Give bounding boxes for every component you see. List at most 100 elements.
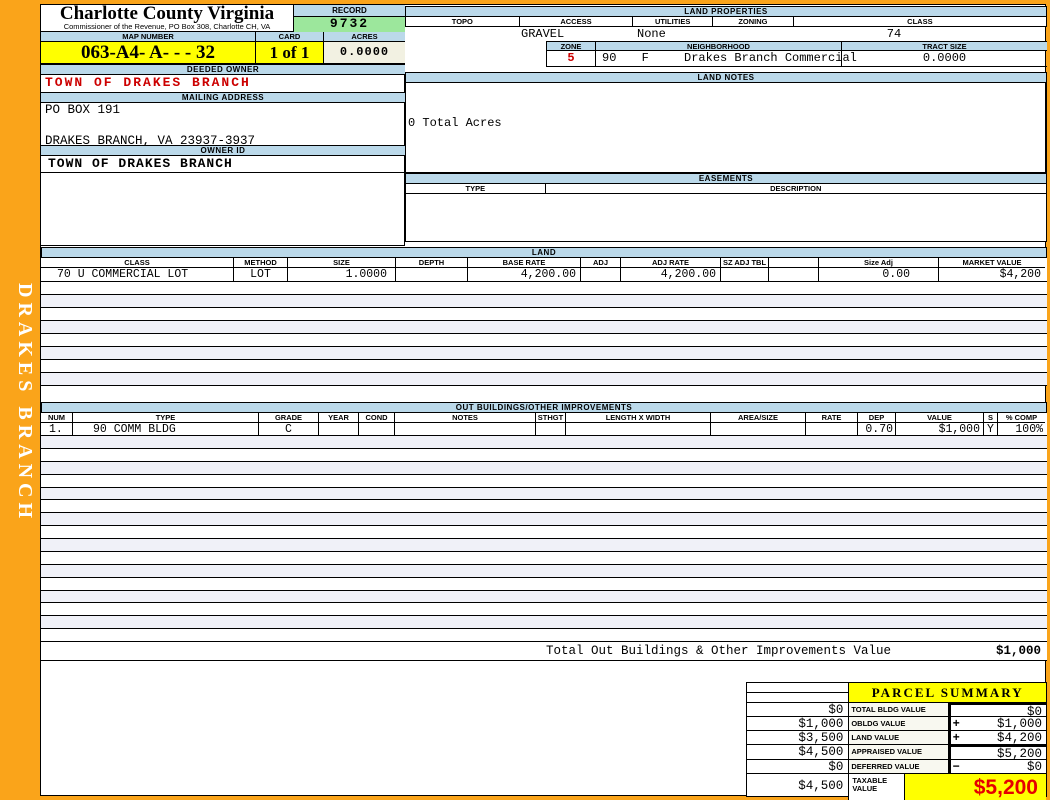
out-buildings-data-row: 1. 90 COMM BLDG C 0.70 $1,000 Y 100%: [41, 423, 1047, 436]
ps-prior-deferred: $0: [747, 760, 850, 774]
empty-row: [41, 373, 1047, 386]
empty-row: [41, 551, 1047, 565]
neighborhood-value: Drakes Branch Commercial: [684, 51, 857, 65]
ps-row-total-bldg: $0 TOTAL BLDG VALUE $0: [747, 703, 1046, 717]
empty-row: [41, 539, 1047, 552]
topo-header: TOPO: [406, 17, 520, 27]
out-buildings-total-label: Total Out Buildings & Other Improvements…: [546, 644, 892, 658]
ob-year-value: [319, 423, 359, 435]
deeded-owner-label: DEEDED OWNER: [41, 64, 405, 75]
ps-value-total-bldg: $0: [1026, 705, 1042, 717]
class-value: 74: [886, 27, 902, 41]
ob-length-width-header: LENGTH X WIDTH: [566, 413, 711, 423]
out-buildings-total-value: $1,000: [995, 644, 1041, 658]
land-adj-value: [581, 268, 621, 281]
neighborhood-value-cell: 90 F Drakes Branch Commercial: [596, 51, 857, 66]
land-depth-header: DEPTH: [396, 258, 468, 268]
ob-num-value: 1.: [41, 423, 73, 435]
land-adj-rate-value: 4,200.00: [621, 268, 721, 281]
address-line-1: PO BOX 191: [45, 103, 121, 117]
ps-prior-taxable: $4,500: [747, 774, 850, 800]
sidebar-vertical-label: DRAKES BRANCH: [14, 283, 36, 524]
land-class-value: 70 U COMMERCIAL LOT: [41, 268, 234, 281]
land-size-header: SIZE: [288, 258, 396, 268]
ps-value-obldg: $1,000: [996, 717, 1042, 731]
land-adj-header: ADJ: [581, 258, 621, 268]
land-adj-rate-header: ADJ RATE: [621, 258, 721, 268]
land-method-header: METHOD: [234, 258, 288, 268]
easement-type-header: TYPE: [406, 184, 546, 194]
empty-row: [41, 282, 1047, 295]
empty-row: [41, 590, 1047, 604]
land-notes-text: 0 Total Acres: [408, 116, 502, 130]
neighborhood-label: NEIGHBORHOOD: [596, 41, 842, 51]
ob-type-value: 90 COMM BLDG: [73, 423, 259, 435]
ob-s-value: Y: [984, 423, 998, 435]
ps-value-taxable: $5,200: [904, 774, 1046, 800]
land-base-rate-value: 4,200.00: [468, 268, 581, 281]
parcel-summary-title: PARCEL SUMMARY: [849, 683, 1046, 703]
ps-prior-appraised: $4,500: [747, 745, 850, 760]
ob-pct-comp-value: 100%: [1015, 423, 1043, 435]
ps-prior-land: $3,500: [747, 731, 850, 745]
empty-row: [41, 461, 1047, 475]
empty-row: [41, 487, 1047, 501]
owner-panel: Charlotte County Virginia Commissioner o…: [41, 3, 405, 246]
mailing-address-block: PO BOX 191 DRAKES BRANCH, VA 23937-3937: [41, 103, 405, 148]
empty-row: [41, 629, 1047, 642]
acres-value: 0.0000: [324, 42, 405, 63]
empty-row: [41, 448, 1047, 462]
ps-prior-total-bldg: $0: [747, 703, 850, 717]
record-card: Charlotte County Virginia Commissioner o…: [40, 3, 1047, 800]
empty-row: [41, 334, 1047, 347]
land-market-value-value: $4,200: [999, 268, 1041, 281]
ob-value-value: $1,000: [896, 423, 984, 435]
ps-op-land: +: [952, 731, 960, 745]
ob-notes-header: NOTES: [395, 413, 536, 423]
ps-row-land: $3,500 LAND VALUE + $4,200: [747, 731, 1046, 745]
map-number-label: MAP NUMBER: [41, 32, 256, 42]
map-number-value: 063-A4- A- - - 32: [41, 42, 256, 63]
ps-label-land: LAND VALUE: [849, 731, 949, 745]
card-label: CARD: [256, 32, 324, 42]
ps-row-appraised: $4,500 APPRAISED VALUE $5,200: [747, 745, 1046, 760]
land-base-rate-header: BASE RATE: [468, 258, 581, 268]
card-value: 1 of 1: [256, 42, 324, 63]
easement-description-header: DESCRIPTION: [545, 184, 1046, 194]
empty-row: [41, 360, 1047, 373]
ob-dep-header: DEP: [858, 413, 896, 423]
empty-row: [41, 321, 1047, 334]
land-blank-header: [769, 258, 819, 268]
record-box: RECORD 9732: [294, 5, 405, 32]
ps-value-deferred: $0: [1026, 760, 1042, 774]
land-notes-title: LAND NOTES: [405, 72, 1047, 83]
ob-year-header: YEAR: [319, 413, 359, 423]
easements-body: [405, 194, 1047, 242]
ps-label-appraised: APPRAISED VALUE: [849, 745, 949, 760]
ps-value-land: $4,200: [996, 731, 1042, 745]
ob-cond-header: COND: [359, 413, 395, 423]
empty-row: [41, 308, 1047, 321]
land-size-adj-header: Size Adj: [819, 258, 939, 268]
tract-size-value: 0.0000: [922, 51, 967, 65]
land-properties-values: GRAVEL None 74: [405, 27, 1047, 41]
utilities-header: UTILITIES: [633, 17, 714, 27]
ps-row-taxable: $4,500 TAXABLE VALUE $5,200: [747, 774, 1046, 800]
owner-id-value: TOWN OF DRAKES BRANCH: [41, 156, 405, 173]
ps-prior-obldg: $1,000: [747, 717, 850, 731]
ob-value-header: VALUE: [896, 413, 984, 423]
out-buildings-empty-rows: [41, 436, 1047, 642]
ps-op-obldg: +: [952, 717, 960, 731]
record-value: 9732: [294, 17, 405, 32]
land-empty-rows: [41, 282, 1047, 386]
empty-row: [41, 295, 1047, 308]
ob-grade-value: C: [259, 423, 319, 435]
ob-type-header: TYPE: [73, 413, 259, 423]
ob-grade-header: GRADE: [259, 413, 319, 423]
ps-label-total-bldg: TOTAL BLDG VALUE: [849, 703, 949, 717]
ob-length-width-value: [566, 423, 711, 435]
county-title: Charlotte County Virginia: [59, 3, 275, 24]
out-buildings-title: OUT BUILDINGS/OTHER IMPROVEMENTS: [41, 402, 1047, 413]
empty-row: [41, 474, 1047, 488]
zone-label: ZONE: [546, 41, 596, 51]
